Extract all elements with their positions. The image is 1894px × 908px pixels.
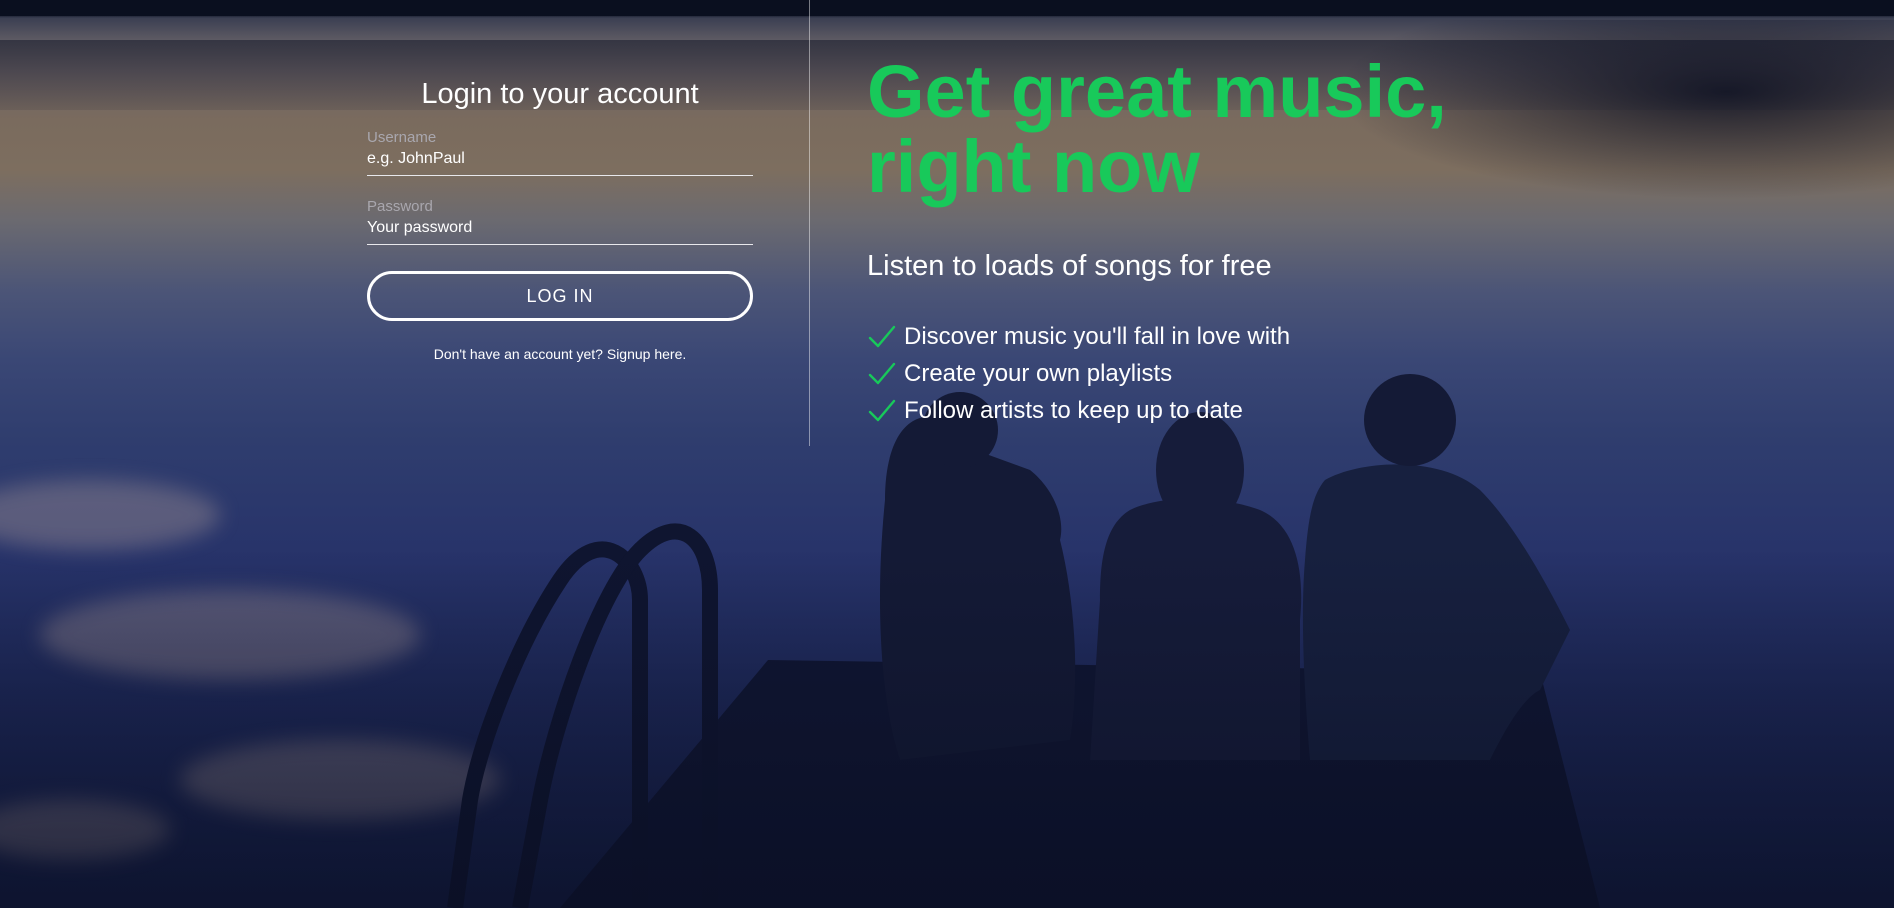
username-label: Username — [367, 129, 437, 146]
username-input[interactable] — [367, 147, 753, 176]
check-icon — [868, 399, 896, 421]
password-field: Password — [367, 198, 753, 245]
feature-text: Create your own playlists — [904, 359, 1173, 387]
feature-text: Follow artists to keep up to date — [904, 396, 1243, 424]
list-item: Discover music you'll fall in love with — [867, 318, 1767, 355]
promo-panel: Get great music, right now Listen to loa… — [867, 54, 1767, 429]
check-icon — [868, 362, 896, 384]
check-icon — [868, 325, 896, 347]
headline-line-1: Get great music, — [867, 50, 1447, 133]
promo-headline: Get great music, right now — [867, 54, 1767, 204]
password-input[interactable] — [367, 216, 753, 245]
login-title: Login to your account — [421, 78, 699, 110]
signup-link[interactable]: Don't have an account yet? Signup here. — [367, 346, 753, 362]
login-panel: Login to your account Username Password … — [367, 76, 753, 362]
username-field: Username — [367, 129, 753, 176]
login-button[interactable]: LOG IN — [367, 271, 753, 321]
vertical-divider — [809, 0, 810, 446]
password-label: Password — [367, 198, 433, 215]
list-item: Follow artists to keep up to date — [867, 392, 1767, 429]
promo-subheading: Listen to loads of songs for free — [867, 250, 1272, 282]
feature-text: Discover music you'll fall in love with — [904, 322, 1291, 350]
list-item: Create your own playlists — [867, 355, 1767, 392]
headline-line-2: right now — [867, 125, 1200, 208]
feature-list: Discover music you'll fall in love with … — [867, 318, 1767, 429]
